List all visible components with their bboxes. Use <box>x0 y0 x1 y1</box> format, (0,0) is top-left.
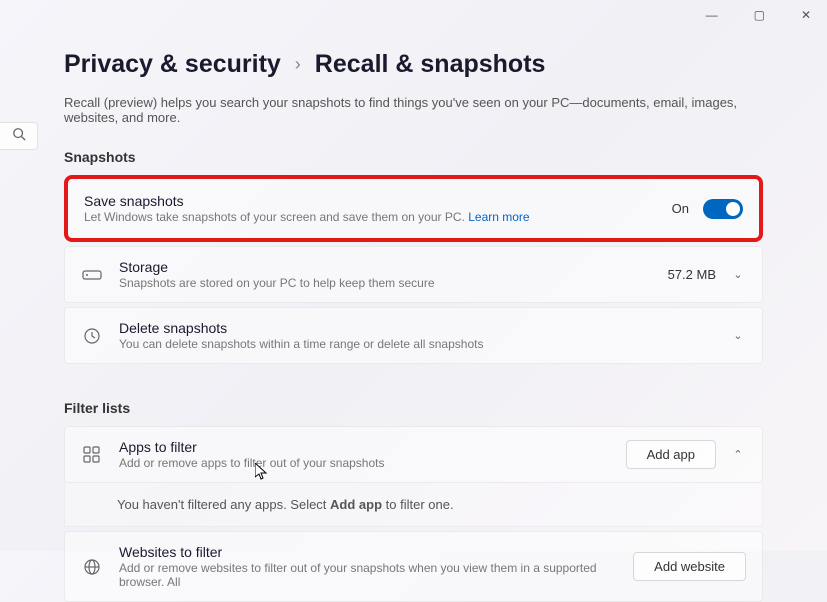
storage-icon <box>81 264 103 286</box>
delete-subtitle: You can delete snapshots within a time r… <box>119 337 714 351</box>
breadcrumb-parent[interactable]: Privacy & security <box>64 50 281 79</box>
apps-filter-card[interactable]: Apps to filter Add or remove apps to fil… <box>64 426 763 483</box>
search-icon <box>12 127 26 146</box>
globe-icon <box>81 556 103 578</box>
window-controls: — ▢ ✕ <box>698 4 819 26</box>
storage-value: 57.2 MB <box>668 267 716 282</box>
storage-title: Storage <box>119 259 652 275</box>
search-collapsed[interactable] <box>0 122 38 150</box>
chevron-down-icon: ⌄ <box>730 329 746 342</box>
section-header-filters: Filter lists <box>64 400 763 416</box>
apps-icon <box>81 444 103 466</box>
websites-filter-card[interactable]: Websites to filter Add or remove website… <box>64 531 763 602</box>
delete-snapshots-card[interactable]: Delete snapshots You can delete snapshot… <box>64 307 763 364</box>
apps-filter-subtitle: Add or remove apps to filter out of your… <box>119 456 610 470</box>
learn-more-link[interactable]: Learn more <box>468 210 529 224</box>
storage-card[interactable]: Storage Snapshots are stored on your PC … <box>64 246 763 303</box>
chevron-down-icon: ⌄ <box>730 268 746 281</box>
save-snapshots-card[interactable]: Save snapshots Let Windows take snapshot… <box>64 175 763 242</box>
close-button[interactable]: ✕ <box>793 4 819 26</box>
breadcrumb-current: Recall & snapshots <box>315 50 546 79</box>
websites-filter-subtitle: Add or remove websites to filter out of … <box>119 561 617 589</box>
page-description: Recall (preview) helps you search your s… <box>64 95 763 125</box>
section-header-snapshots: Snapshots <box>64 149 763 165</box>
websites-filter-title: Websites to filter <box>119 544 617 560</box>
storage-subtitle: Snapshots are stored on your PC to help … <box>119 276 652 290</box>
add-app-button[interactable]: Add app <box>626 440 716 469</box>
minimize-button[interactable]: — <box>698 4 726 26</box>
chevron-up-icon: ⌃ <box>730 448 746 461</box>
delete-title: Delete snapshots <box>119 320 714 336</box>
chevron-right-icon: › <box>295 54 301 75</box>
save-snapshots-subtitle: Let Windows take snapshots of your scree… <box>84 210 656 224</box>
apps-filter-empty-message: You haven't filtered any apps. Select Ad… <box>64 483 763 527</box>
maximize-button[interactable]: ▢ <box>746 4 773 26</box>
delete-icon <box>81 325 103 347</box>
breadcrumb: Privacy & security › Recall & snapshots <box>64 50 763 79</box>
toggle-state-label: On <box>672 201 689 216</box>
save-snapshots-toggle[interactable] <box>703 199 743 219</box>
apps-filter-title: Apps to filter <box>119 439 610 455</box>
save-snapshots-title: Save snapshots <box>84 193 656 209</box>
add-website-button[interactable]: Add website <box>633 552 746 581</box>
